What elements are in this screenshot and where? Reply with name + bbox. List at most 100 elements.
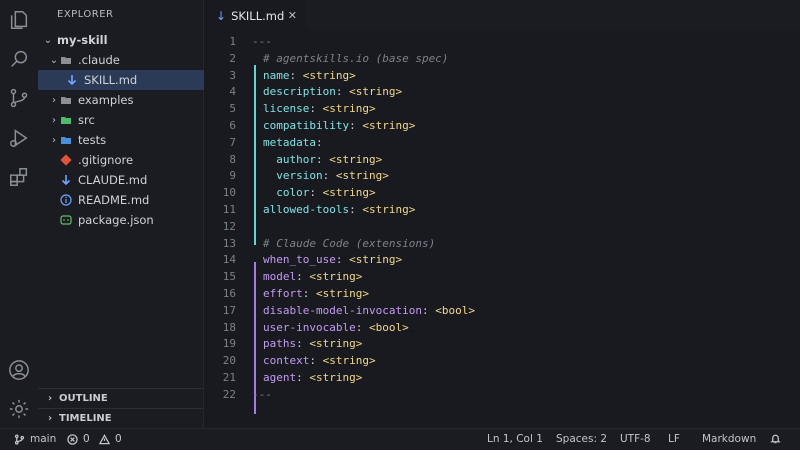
code-line: 13 # Claude Code (extensions) <box>204 235 800 252</box>
code-line: 2 # agentskills.io (base spec) <box>204 50 800 67</box>
folder-green-icon <box>60 114 72 126</box>
tree-item-readme-md[interactable]: README.md <box>38 190 204 210</box>
line-code: name: <string> <box>263 67 356 84</box>
tree-item-examples[interactable]: › examples <box>38 90 204 110</box>
tree-item-label: .gitignore <box>78 153 134 167</box>
chevron-right-icon: › <box>47 393 53 404</box>
explorer-title: EXPLORER <box>57 9 114 20</box>
yaml-colon: : <box>315 135 323 149</box>
line-code: compatibility: <string> <box>263 117 415 134</box>
indentation-status[interactable]: Spaces: 2 <box>556 433 607 445</box>
line-number: 21 <box>222 371 236 384</box>
tree-item-claude-md[interactable]: CLAUDE.md <box>38 170 204 190</box>
line-code: paths: <string> <box>263 335 362 352</box>
code-line: 15 model: <string> <box>204 268 800 285</box>
line-code: context: <string> <box>263 352 376 369</box>
code-line: 22 --- <box>204 386 800 403</box>
eol-status[interactable]: LF <box>668 433 680 445</box>
line-code: --- <box>252 386 272 403</box>
source-control-icon[interactable] <box>8 87 30 109</box>
code-comment: # agentskills.io (base spec) <box>263 51 449 65</box>
yaml-colon: : <box>296 337 310 351</box>
outline-panel-header[interactable]: › OUTLINE <box>38 388 204 408</box>
yaml-colon: : <box>289 68 303 82</box>
warnings-status[interactable]: 0 <box>99 433 122 445</box>
tree-item-tests[interactable]: › tests <box>38 130 204 150</box>
line-number: 9 <box>229 169 236 183</box>
settings-gear-icon[interactable] <box>8 398 30 420</box>
extensions-icon[interactable] <box>8 166 30 188</box>
line-code: version: <string> <box>263 167 389 184</box>
code-line: 6 compatibility: <string> <box>204 117 800 134</box>
files-icon[interactable] <box>8 9 30 31</box>
tree-root-my-skill[interactable]: ⌄ my-skill <box>38 30 204 50</box>
editor-tab-bar: ↓ SKILL.md ✕ <box>204 0 800 30</box>
git-icon <box>60 154 72 166</box>
code-line: 10 color: <string> <box>204 184 800 201</box>
folder-icon <box>60 54 72 66</box>
timeline-panel-header[interactable]: › TIMELINE <box>38 408 204 428</box>
tab-label: SKILL.md <box>231 8 285 23</box>
close-icon[interactable]: ✕ <box>288 9 297 22</box>
branch-status[interactable]: main <box>14 433 56 445</box>
code-line: 17 disable-model-invocation: <bool> <box>204 302 800 319</box>
tree-item-claude-folder[interactable]: ⌄ .claude <box>38 50 204 70</box>
tab-skill-md[interactable]: ↓ SKILL.md ✕ <box>204 0 306 30</box>
code-line: 3 name: <string> <box>204 67 800 84</box>
tree-item-label: CLAUDE.md <box>78 173 148 187</box>
yaml-value: <string> <box>309 371 363 384</box>
encoding-status[interactable]: UTF-8 <box>620 433 651 445</box>
tree-item-gitignore[interactable]: .gitignore <box>38 150 204 170</box>
language-mode[interactable]: Markdown <box>702 433 756 445</box>
notifications-bell-icon[interactable] <box>770 433 786 444</box>
yaml-colon: : <box>296 270 310 284</box>
tree-item-src[interactable]: › src <box>38 110 204 130</box>
error-icon <box>67 433 78 445</box>
outline-label: OUTLINE <box>59 393 108 404</box>
info-icon <box>60 194 72 206</box>
line-number: 22 <box>222 387 236 401</box>
warning-icon <box>99 433 110 444</box>
markdown-arrow-icon <box>60 174 72 186</box>
line-code: color: <string> <box>263 184 375 201</box>
yaml-key: author <box>276 152 316 166</box>
line-number: 10 <box>222 186 236 200</box>
explorer-sidebar: EXPLORER ⌄ my-skill ⌄ .claude SKILL.md ›… <box>38 0 204 428</box>
line-number: 4 <box>229 85 236 99</box>
status-bar: main 0 0 Ln 1, Col 1 Spaces: 2 UTF-8 LF … <box>0 428 800 450</box>
timeline-label: TIMELINE <box>59 413 112 424</box>
folder-blue-icon <box>60 134 72 146</box>
errors-status[interactable]: 0 <box>67 433 90 445</box>
code-line: 5 license: <string> <box>204 100 800 117</box>
line-code: when_to_use: <string> <box>263 251 402 268</box>
line-number: 18 <box>222 320 236 334</box>
code-editor[interactable]: 1 --- 2 # agentskills.io (base spec) 3 name: … <box>204 30 800 428</box>
yaml-key: compatibility <box>263 119 350 132</box>
yaml-value: <string> <box>329 152 383 166</box>
search-icon[interactable] <box>8 48 30 70</box>
yaml-value: <string> <box>309 270 363 284</box>
yaml-value: <bool> <box>368 320 409 334</box>
tree-item-label: .claude <box>78 53 120 67</box>
tree-item-label: README.md <box>78 193 150 207</box>
yaml-key: metadata <box>263 135 316 149</box>
run-debug-icon[interactable] <box>8 127 30 149</box>
tree-item-skill-md[interactable]: SKILL.md <box>38 70 204 90</box>
line-code: effort: <string> <box>263 285 369 302</box>
line-code: metadata: <box>263 134 323 151</box>
tree-item-package-json[interactable]: package.json <box>38 210 204 230</box>
yaml-colon: : <box>302 287 316 300</box>
line-code: user-invocable: <bool> <box>263 319 409 336</box>
code-line: 7 metadata: <box>204 134 800 151</box>
yaml-colon: : <box>335 253 350 267</box>
line-number: 1 <box>229 35 236 48</box>
line-code: --- <box>252 33 272 50</box>
account-icon[interactable] <box>8 359 30 381</box>
cursor-position[interactable]: Ln 1, Col 1 <box>487 433 543 445</box>
yaml-key: when_to_use <box>263 253 336 267</box>
line-number: 15 <box>222 270 236 284</box>
frontmatter-delimiter: --- <box>252 387 272 401</box>
code-line: 20 context: <string> <box>204 352 800 369</box>
yaml-key: disable-model-invocation <box>263 303 422 317</box>
